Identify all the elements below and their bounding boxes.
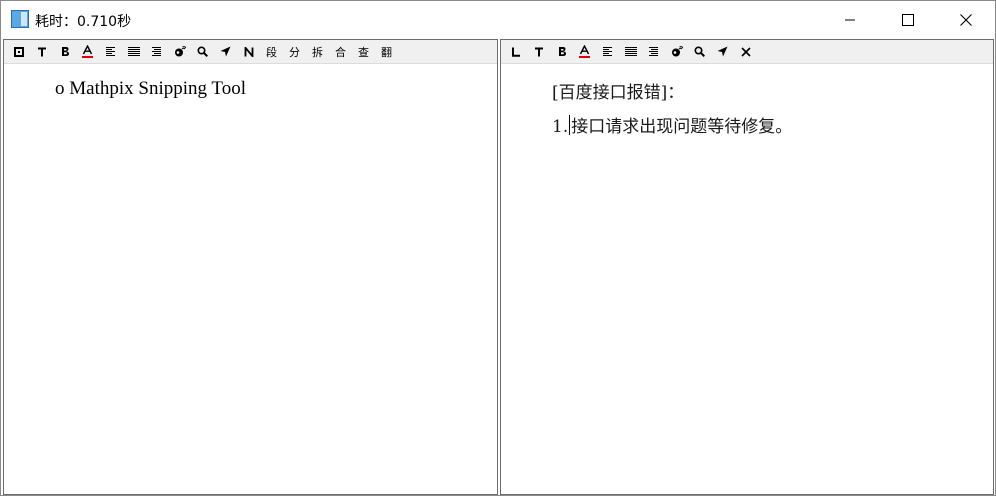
close-icon <box>740 46 751 57</box>
align-justify-icon <box>127 47 140 56</box>
ocr-text-area[interactable]: o Mathpix Snipping Tool <box>4 65 497 494</box>
align-right-button-right[interactable] <box>642 42 665 62</box>
send-icon <box>220 46 231 57</box>
close-button[interactable] <box>937 1 995 38</box>
speak-button[interactable] <box>168 42 191 62</box>
translate-button[interactable]: 翻 <box>375 42 398 62</box>
right-toolbar <box>501 40 993 64</box>
result-line-number: 1. <box>552 117 569 137</box>
left-toolbar: 段 分 拆 合 查 翻 <box>4 40 497 64</box>
close-icon <box>960 13 972 26</box>
text-t-icon <box>37 47 46 56</box>
close-pane-button[interactable] <box>734 42 757 62</box>
send-button-right[interactable] <box>711 42 734 62</box>
result-text-area[interactable]: [百度接口报错]： 1. 接口请求出现问题等待修复。 <box>501 65 993 494</box>
maximize-button[interactable] <box>879 1 937 38</box>
layout-button[interactable] <box>504 42 527 62</box>
ocr-text-pane: 段 分 拆 合 查 翻 o Mathpix Snipping Tool <box>3 39 498 495</box>
font-color-icon <box>82 45 93 58</box>
speak-button-right[interactable] <box>665 42 688 62</box>
speaker-icon <box>671 46 683 57</box>
merge-button[interactable]: 合 <box>329 42 352 62</box>
window-title: 耗时：0.710秒 <box>35 14 132 30</box>
split-button[interactable]: 分 <box>283 42 306 62</box>
result-text-line-1: [百度接口报错]： <box>552 83 685 103</box>
bold-button[interactable] <box>53 42 76 62</box>
text-t-icon <box>534 47 543 56</box>
align-right-icon <box>649 47 658 56</box>
frame-icon <box>13 46 24 57</box>
app-window: 耗时：0.710秒 段 分 拆 合 查 翻 o Mathpix Snipping… <box>0 0 996 496</box>
font-color-button[interactable] <box>76 42 99 62</box>
paragraph-button[interactable]: 段 <box>260 42 283 62</box>
result-text-line-2: 1. 接口请求出现问题等待修复。 <box>552 112 792 137</box>
lookup-button[interactable]: 查 <box>352 42 375 62</box>
align-right-button[interactable] <box>145 42 168 62</box>
align-left-icon <box>106 47 115 56</box>
search-icon <box>197 46 208 57</box>
send-icon <box>717 46 728 57</box>
app-icon <box>11 10 29 28</box>
minimize-icon <box>845 19 855 20</box>
frame-toggle-button[interactable] <box>7 42 30 62</box>
font-color-icon <box>579 45 590 58</box>
align-left-button-right[interactable] <box>596 42 619 62</box>
bold-icon <box>558 47 566 56</box>
speaker-icon <box>174 46 186 57</box>
send-button[interactable] <box>214 42 237 62</box>
search-button[interactable] <box>191 42 214 62</box>
search-icon <box>694 46 705 57</box>
align-justify-button-right[interactable] <box>619 42 642 62</box>
align-justify-button[interactable] <box>122 42 145 62</box>
separate-button[interactable]: 拆 <box>306 42 329 62</box>
maximize-icon <box>902 13 914 26</box>
ocr-text-line: o Mathpix Snipping Tool <box>55 78 246 99</box>
align-left-icon <box>603 47 612 56</box>
letter-l-icon <box>511 47 520 57</box>
letter-n-icon <box>244 46 253 57</box>
align-justify-icon <box>624 47 637 56</box>
font-color-button-right[interactable] <box>573 42 596 62</box>
align-right-icon <box>152 47 161 56</box>
align-left-button[interactable] <box>99 42 122 62</box>
result-text-pane: [百度接口报错]： 1. 接口请求出现问题等待修复。 <box>500 39 994 495</box>
search-button-right[interactable] <box>688 42 711 62</box>
normal-mode-button[interactable] <box>237 42 260 62</box>
bold-button-right[interactable] <box>550 42 573 62</box>
plain-text-button[interactable] <box>30 42 53 62</box>
title-bar[interactable]: 耗时：0.710秒 <box>1 1 995 38</box>
result-line-text: 接口请求出现问题等待修复。 <box>571 117 793 137</box>
bold-icon <box>61 47 69 56</box>
minimize-button[interactable] <box>821 1 879 38</box>
plain-text-button-right[interactable] <box>527 42 550 62</box>
